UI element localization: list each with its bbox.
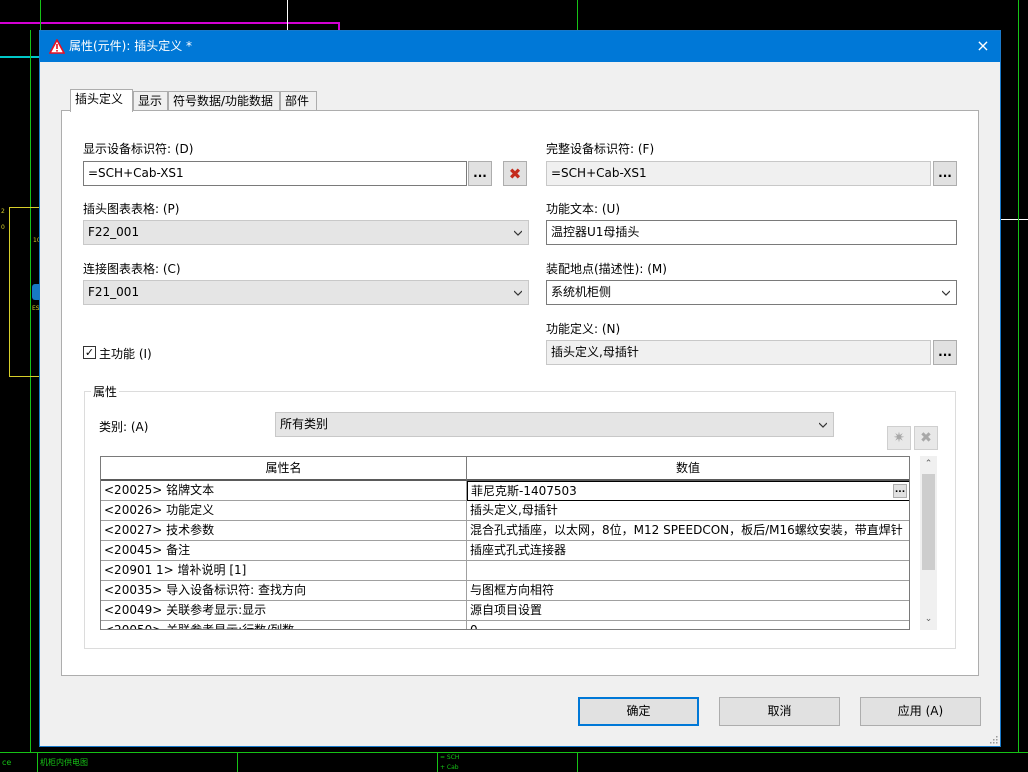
connection-form-select[interactable]: F21_001 xyxy=(83,280,529,305)
table-row[interactable]: <20045> 备注 插座式孔式连接器 xyxy=(101,541,909,561)
cad-crosshair-vertical xyxy=(287,0,288,30)
column-header-name[interactable]: 属性名 xyxy=(101,457,467,481)
table-row[interactable]: <20035> 导入设备标识符: 查找方向 与图框方向相符 xyxy=(101,581,909,601)
property-name-cell: <20026> 功能定义 xyxy=(101,501,467,521)
cad-left-block: 10 ES xyxy=(9,207,42,377)
mounting-location-select[interactable]: 系统机柜侧 xyxy=(546,280,957,305)
tab-display[interactable]: 显示 xyxy=(133,91,168,111)
ok-button[interactable]: 确定 xyxy=(578,697,699,726)
full-device-tag-field[interactable]: =SCH+Cab-XS1 xyxy=(546,161,931,186)
connection-form-value: F21_001 xyxy=(88,285,140,299)
main-function-label: 主功能 (I) xyxy=(99,347,152,361)
display-device-tag-input[interactable]: =SCH+Cab-XS1 xyxy=(83,161,467,186)
mounting-location-label: 装配地点(描述性): (M) xyxy=(546,262,667,276)
cad-bottom-cell-4: = SCH xyxy=(437,753,577,763)
column-header-value[interactable]: 数值 xyxy=(467,457,909,481)
cad-bottom-cell-2: 机柜内供电图 xyxy=(37,753,237,772)
scroll-down-icon[interactable]: ⌄ xyxy=(920,611,937,628)
properties-group-title: 属性 xyxy=(91,383,120,400)
property-value-cell[interactable]: 源自项目设置 xyxy=(467,601,909,621)
properties-dialog: 属性(元件): 插头定义 * × 插头定义 显示 符号数据/功能数据 部件 显示… xyxy=(39,30,1001,747)
mounting-location-value: 系统机柜侧 xyxy=(551,285,612,299)
table-row[interactable]: <20050> 关联参考显示:行数/列数 0 xyxy=(101,621,909,629)
chevron-down-icon xyxy=(514,230,522,236)
property-name-cell: <20035> 导入设备标识符: 查找方向 xyxy=(101,581,467,601)
property-value-cell[interactable]: 插座式孔式连接器 xyxy=(467,541,909,561)
table-row[interactable]: <20049> 关联参考显示:显示 源自项目设置 xyxy=(101,601,909,621)
cad-crosshair-horizontal xyxy=(1001,219,1028,220)
delete-property-button[interactable]: ✖ xyxy=(914,426,938,450)
cad-right-edge-line xyxy=(1018,0,1019,752)
function-text-input[interactable]: 温控器U1母插头 xyxy=(546,220,957,245)
cad-bottom-cell-6 xyxy=(577,753,1018,772)
display-device-tag-browse-button[interactable]: ... xyxy=(468,161,492,186)
scroll-up-icon[interactable]: ⌃ xyxy=(920,456,937,473)
property-name-cell: <20049> 关联参考显示:显示 xyxy=(101,601,467,621)
cancel-button[interactable]: 取消 xyxy=(719,697,840,726)
main-function-checkbox[interactable]: ✓ xyxy=(83,346,96,359)
table-row[interactable]: <20025> 铭牌文本 菲尼克斯-1407503 ... xyxy=(101,481,909,501)
category-value: 所有类别 xyxy=(280,417,329,431)
tab-parts[interactable]: 部件 xyxy=(280,91,317,111)
chevron-down-icon xyxy=(514,290,522,296)
property-value-cell[interactable]: 与图框方向相符 xyxy=(467,581,909,601)
property-name-cell: <20901 1> 增补说明 [1] xyxy=(101,561,467,581)
chevron-down-icon xyxy=(942,290,950,296)
property-value-cell[interactable]: 混合孔式插座，以太网，8位，M12 SPEEDCON，板后/M16螺纹安装，带直… xyxy=(467,521,909,541)
warning-icon xyxy=(49,39,65,54)
dialog-title: 属性(元件): 插头定义 * xyxy=(69,39,193,53)
table-row[interactable]: <20027> 技术参数 混合孔式插座，以太网，8位，M12 SPEEDCON，… xyxy=(101,521,909,541)
function-definition-label: 功能定义: (N) xyxy=(546,322,621,336)
apply-button[interactable]: 应用 (A) xyxy=(860,697,981,726)
dialog-titlebar[interactable]: 属性(元件): 插头定义 * × xyxy=(40,31,1000,62)
table-row[interactable]: <20026> 功能定义 插头定义,母插针 xyxy=(101,501,909,521)
cad-green-line-top xyxy=(577,0,578,30)
property-value-cell[interactable]: 0 xyxy=(467,621,909,629)
property-value-text: 菲尼克斯-1407503 xyxy=(471,484,577,498)
new-property-button[interactable]: ✷ xyxy=(887,426,911,450)
cad-edge-text-2: 0 xyxy=(1,224,5,231)
resize-grip-icon[interactable] xyxy=(988,734,998,744)
cad-bottom-cell-3 xyxy=(237,753,437,772)
cell-browse-button[interactable]: ... xyxy=(893,484,907,498)
tab-symbol-function-data[interactable]: 符号数据/功能数据 xyxy=(168,91,280,111)
tab-panel: 显示设备标识符: (D) =SCH+Cab-XS1 ... ✖ 插头图表表格: … xyxy=(61,110,979,676)
connection-form-label: 连接图表表格: (C) xyxy=(83,262,181,276)
property-name-cell: <20027> 技术参数 xyxy=(101,521,467,541)
property-name-cell: <20050> 关联参考显示:行数/列数 xyxy=(101,621,467,629)
property-name-cell: <20025> 铭牌文本 xyxy=(101,481,467,501)
cad-magenta-line-top xyxy=(0,22,340,24)
table-scrollbar[interactable]: ⌃ ⌄ xyxy=(920,456,937,630)
cad-bottom-cell-5: + Cab xyxy=(437,763,577,772)
chevron-down-icon xyxy=(819,422,827,428)
plug-form-label: 插头图表表格: (P) xyxy=(83,202,180,216)
cad-bottom-cell-1: ce xyxy=(2,758,12,767)
function-definition-field[interactable]: 插头定义,母插针 xyxy=(546,340,931,365)
function-definition-browse-button[interactable]: ... xyxy=(933,340,957,365)
close-icon[interactable]: × xyxy=(966,31,1000,62)
cad-cyan-line xyxy=(0,56,40,58)
cad-edge-text-1: 2 xyxy=(1,208,5,215)
display-device-tag-label: 显示设备标识符: (D) xyxy=(83,142,194,156)
property-value-cell[interactable]: 插头定义,母插针 xyxy=(467,501,909,521)
property-value-cell[interactable]: 菲尼克斯-1407503 ... xyxy=(467,481,909,501)
full-device-tag-label: 完整设备标识符: (F) xyxy=(546,142,655,156)
delete-icon[interactable]: ✖ xyxy=(503,161,527,186)
table-row[interactable]: <20901 1> 增补说明 [1] xyxy=(101,561,909,581)
cad-left-green-line xyxy=(30,30,31,752)
plug-form-select[interactable]: F22_001 xyxy=(83,220,529,245)
full-device-tag-browse-button[interactable]: ... xyxy=(933,161,957,186)
property-name-cell: <20045> 备注 xyxy=(101,541,467,561)
tab-plug-definition[interactable]: 插头定义 xyxy=(70,89,133,112)
category-label: 类别: (A) xyxy=(99,420,149,434)
properties-table: 属性名 数值 <20025> 铭牌文本 菲尼克斯-1407503 ... <20… xyxy=(100,456,910,630)
scrollbar-thumb[interactable] xyxy=(922,474,935,570)
cad-green-line-top2 xyxy=(40,0,41,30)
function-text-label: 功能文本: (U) xyxy=(546,202,621,216)
category-select[interactable]: 所有类别 xyxy=(275,412,834,437)
plug-form-value: F22_001 xyxy=(88,225,140,239)
property-value-cell[interactable] xyxy=(467,561,909,581)
cad-bottom-title-strip: ce 机柜内供电图 = SCH + Cab xyxy=(0,752,1028,772)
